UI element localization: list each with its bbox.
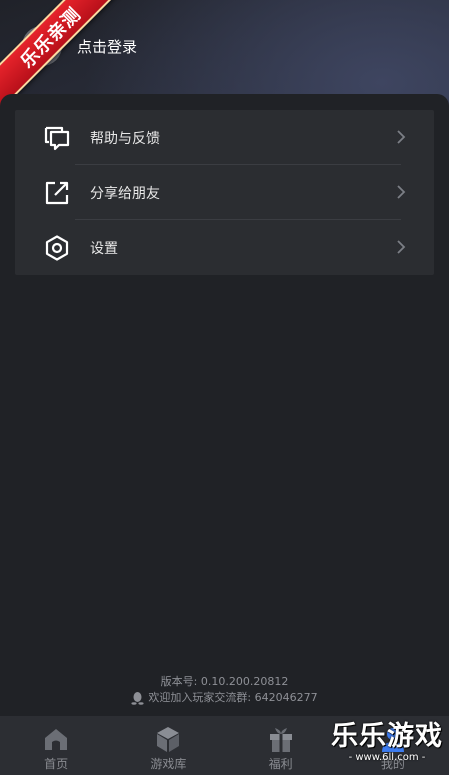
menu-item-feedback[interactable]: 帮助与反馈	[15, 110, 434, 165]
group-info: 欢迎加入玩家交流群: 642046277	[0, 690, 449, 706]
tab-game-library[interactable]: 游戏库	[112, 716, 224, 775]
watermark-url: - www.6ll.com -	[348, 752, 426, 763]
qq-penguin-icon	[131, 692, 144, 705]
menu-item-settings[interactable]: 设置	[15, 220, 434, 275]
version-text: 版本号: 0.10.200.20812	[160, 675, 289, 688]
share-icon	[45, 181, 69, 205]
watermark-title: 乐乐游戏	[331, 721, 443, 752]
gift-icon	[269, 728, 292, 752]
chevron-right-icon	[397, 130, 406, 144]
tab-label: 游戏库	[150, 757, 187, 771]
group-text[interactable]: 欢迎加入玩家交流群: 642046277	[148, 690, 317, 706]
menu-item-label: 设置	[90, 241, 118, 257]
site-watermark: 乐乐游戏 - www.6ll.com -	[329, 722, 445, 764]
menu-item-label: 分享给朋友	[90, 186, 160, 202]
tab-welfare[interactable]: 福利	[225, 716, 337, 775]
chevron-right-icon	[397, 185, 406, 199]
menu-item-label: 帮助与反馈	[90, 131, 160, 147]
box-icon	[157, 727, 180, 752]
tab-label: 福利	[268, 757, 293, 771]
menu-list: 帮助与反馈 分享给朋友 设置	[15, 110, 434, 275]
chevron-right-icon	[397, 240, 406, 254]
login-link[interactable]: 点击登录	[77, 36, 137, 57]
tab-home[interactable]: 首页	[0, 716, 112, 775]
tab-label: 首页	[44, 757, 69, 771]
app-footer: 版本号: 0.10.200.20812 欢迎加入玩家交流群: 642046277	[0, 674, 449, 706]
menu-item-share[interactable]: 分享给朋友	[15, 165, 434, 220]
feedback-icon	[44, 126, 70, 151]
home-icon	[45, 729, 68, 750]
settings-icon	[45, 235, 69, 261]
